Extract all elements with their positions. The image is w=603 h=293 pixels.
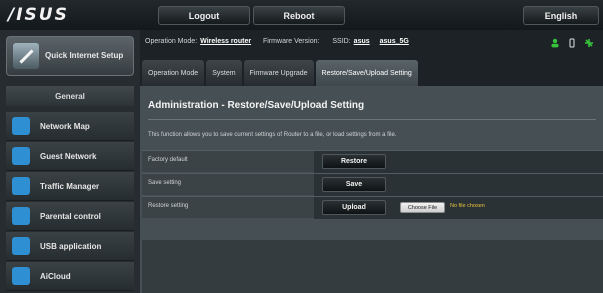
- sidebar-item-network-map[interactable]: Network Map: [6, 112, 134, 141]
- tab-restore-save-upload[interactable]: Restore/Save/Upload Setting: [315, 60, 418, 86]
- tab-operation-mode[interactable]: Operation Mode: [142, 60, 205, 86]
- lock-icon: [12, 207, 30, 225]
- save-button[interactable]: Save: [322, 177, 386, 192]
- top-bar: /ISUS Logout Reboot English: [0, 0, 603, 30]
- status-bar: Operation Mode: Wireless router Firmware …: [145, 38, 595, 52]
- network-map-icon: [12, 117, 30, 135]
- sidebar-item-usb-application[interactable]: USB application: [6, 232, 134, 261]
- user-icon[interactable]: [550, 38, 560, 48]
- sidebar-item-guest-network[interactable]: Guest Network: [6, 142, 134, 171]
- restore-setting-cell: Upload Choose File No file chosen: [314, 197, 603, 219]
- restore-setting-label: Restore setting: [148, 203, 189, 209]
- restore-setting-row: Restore setting Upload Choose File No fi…: [142, 196, 603, 219]
- language-select[interactable]: English: [523, 6, 599, 25]
- factory-default-cell: Restore: [314, 151, 603, 173]
- tab-system[interactable]: System: [206, 60, 242, 86]
- ssid-link-2g[interactable]: asus: [354, 38, 370, 45]
- router-admin-window: /ISUS Logout Reboot English Quick Intern…: [0, 0, 603, 293]
- save-setting-row: Save setting Save: [142, 173, 603, 196]
- sidebar: Quick Internet Setup General Network Map…: [0, 30, 140, 293]
- traffic-manager-icon: [12, 177, 30, 195]
- upload-button[interactable]: Upload: [322, 200, 386, 215]
- factory-default-row: Factory default Restore: [142, 150, 603, 173]
- restore-button[interactable]: Restore: [322, 154, 386, 169]
- sidebar-item-label: Guest Network: [40, 151, 97, 161]
- sidebar-item-aicloud[interactable]: AiCloud: [6, 262, 134, 291]
- section-header-general: General: [6, 86, 134, 106]
- logout-button[interactable]: Logout: [158, 6, 250, 25]
- quick-internet-setup-button[interactable]: Quick Internet Setup: [6, 36, 134, 76]
- ssid-label: SSID:: [332, 38, 351, 45]
- sidebar-item-traffic-manager[interactable]: Traffic Manager: [6, 172, 134, 201]
- quick-setup-label: Quick Internet Setup: [45, 51, 124, 60]
- cloud-icon: [12, 267, 30, 285]
- sidebar-item-label: AiCloud: [40, 271, 71, 281]
- file-status-text: No file chosen: [450, 203, 485, 209]
- ssid-link-5g[interactable]: asus_5G: [380, 38, 409, 45]
- sidebar-item-parental-control[interactable]: Parental control: [6, 202, 134, 231]
- asus-logo: /ISUS: [8, 5, 69, 25]
- page-title: Administration - Restore/Save/Upload Set…: [148, 100, 365, 111]
- network-status-icon[interactable]: [584, 38, 594, 48]
- firmware-version-label: Firmware Version:: [263, 38, 320, 45]
- tab-firmware-upgrade[interactable]: Firmware Upgrade: [243, 60, 314, 86]
- usb-status-icon[interactable]: [567, 38, 577, 48]
- reboot-button[interactable]: Reboot: [253, 6, 345, 25]
- page-description: This function allows you to save current…: [148, 132, 397, 138]
- sidebar-item-label: Network Map: [40, 121, 90, 131]
- sidebar-item-label: USB application: [40, 241, 102, 251]
- operation-mode-link[interactable]: Wireless router: [200, 38, 251, 45]
- content-panel: Administration - Restore/Save/Upload Set…: [140, 86, 603, 293]
- usb-icon: [12, 237, 30, 255]
- save-setting-label: Save setting: [148, 180, 182, 186]
- panel-footer: [142, 240, 603, 293]
- status-icons: [550, 38, 594, 50]
- sidebar-item-label: Traffic Manager: [40, 181, 100, 191]
- save-setting-cell: Save: [314, 174, 603, 196]
- factory-default-label: Factory default: [148, 157, 188, 163]
- guest-network-icon: [12, 147, 30, 165]
- sidebar-item-label: Parental control: [40, 211, 101, 221]
- tab-bar: Operation Mode System Firmware Upgrade R…: [142, 60, 418, 86]
- wand-icon: [13, 43, 39, 69]
- choose-file-button[interactable]: Choose File: [400, 202, 445, 213]
- title-divider: [148, 119, 596, 120]
- operation-mode-label: Operation Mode:: [145, 38, 198, 45]
